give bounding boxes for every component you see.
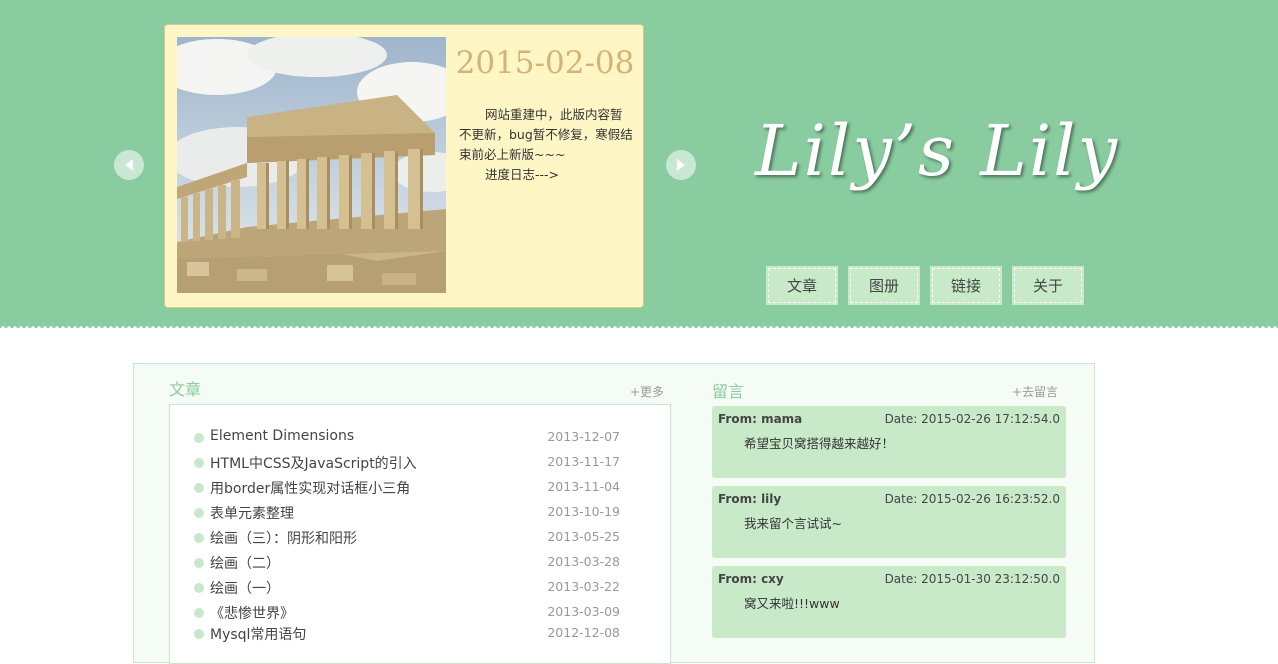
list-item[interactable]: 绘画（三）：阴形和阳形 2013-05-25 (194, 528, 620, 548)
bullet-icon (194, 629, 204, 639)
message-item: From: cxy Date: 2015-01-30 23:12:50.0 窝又… (712, 566, 1066, 638)
list-item[interactable]: 绘画（二） 2013-03-28 (194, 553, 620, 573)
article-date: 2013-12-07 (547, 429, 620, 444)
arrow-left-icon (124, 158, 134, 172)
message-body: 窝又来啦!!!www (744, 596, 840, 611)
list-item[interactable]: 表单元素整理 2013-10-19 (194, 503, 620, 523)
message-date: Date: 2015-01-30 23:12:50.0 (884, 572, 1060, 586)
list-item[interactable]: 用border属性实现对话框小三角 2013-11-04 (194, 478, 620, 498)
nav-links[interactable]: 链接 (930, 266, 1002, 305)
article-date: 2013-11-04 (547, 479, 620, 494)
nav-album[interactable]: 图册 (848, 266, 920, 305)
bullet-icon (194, 558, 204, 568)
message-from: From: mama (718, 412, 803, 426)
article-title[interactable]: 绘画（一） (210, 578, 280, 598)
article-date: 2013-03-28 (547, 554, 620, 569)
site-logo[interactable]: Lily’s Lily (755, 110, 1117, 210)
article-title[interactable]: HTML中CSS及JavaScript的引入 (210, 453, 417, 473)
article-date: 2013-03-09 (547, 604, 620, 619)
article-date: 2013-10-19 (547, 504, 620, 519)
article-date: 2013-05-25 (547, 529, 620, 544)
list-item[interactable]: Element Dimensions 2013-12-07 (194, 428, 620, 448)
article-date: 2013-11-17 (547, 454, 620, 469)
article-title[interactable]: 《悲惨世界》 (210, 603, 294, 623)
message-date: Date: 2015-02-26 17:12:54.0 (884, 412, 1060, 426)
leave-message-link[interactable]: +去留言 (1012, 383, 1058, 400)
bullet-icon (194, 608, 204, 618)
article-title[interactable]: Mysql常用语句 (210, 624, 306, 644)
slide-date: 2015-02-08 (455, 45, 635, 81)
slide-photo-parthenon (177, 37, 446, 293)
article-date: 2013-03-22 (547, 579, 620, 594)
bullet-icon (194, 508, 204, 518)
list-item[interactable]: HTML中CSS及JavaScript的引入 2013-11-17 (194, 453, 620, 473)
message-body: 希望宝贝窝搭得越来越好！ (744, 436, 895, 451)
bullet-icon (194, 483, 204, 493)
article-title[interactable]: 绘画（二） (210, 553, 280, 573)
featured-slide: 2015-02-08 网站重建中，此版内容暂不更新，bug暂不修复，寒假结束前必… (164, 24, 644, 308)
articles-heading: 文章 (169, 380, 202, 399)
list-item[interactable]: 绘画（一） 2013-03-22 (194, 578, 620, 598)
bullet-icon (194, 433, 204, 443)
slider-prev-button[interactable] (114, 150, 144, 180)
slide-notice: 网站重建中，此版内容暂不更新，bug暂不修复，寒假结束前必上新版~~~ (459, 107, 633, 162)
message-item: From: lily Date: 2015-02-26 16:23:52.0 我… (712, 486, 1066, 558)
article-title[interactable]: 绘画（三）：阴形和阳形 (210, 528, 357, 548)
nav-about[interactable]: 关于 (1012, 266, 1084, 305)
bullet-icon (194, 458, 204, 468)
arrow-right-icon (676, 158, 686, 172)
list-item[interactable]: Mysql常用语句 2012-12-08 (194, 624, 620, 644)
message-item: From: mama Date: 2015-02-26 17:12:54.0 希… (712, 406, 1066, 478)
article-title[interactable]: 表单元素整理 (210, 503, 294, 523)
article-date: 2012-12-08 (547, 625, 620, 640)
message-date: Date: 2015-02-26 16:23:52.0 (884, 492, 1060, 506)
progress-log-link[interactable]: 进度日志---> (459, 165, 633, 185)
article-title[interactable]: 用border属性实现对话框小三角 (210, 478, 410, 498)
bullet-icon (194, 583, 204, 593)
list-item[interactable]: 《悲惨世界》 2013-03-09 (194, 603, 620, 623)
message-from: From: cxy (718, 572, 784, 586)
nav-articles[interactable]: 文章 (766, 266, 838, 305)
messages-heading: 留言 (712, 382, 745, 401)
bullet-icon (194, 533, 204, 543)
slider-next-button[interactable] (666, 150, 696, 180)
slide-text: 网站重建中，此版内容暂不更新，bug暂不修复，寒假结束前必上新版~~~ 进度日志… (459, 105, 633, 185)
message-from: From: lily (718, 492, 782, 506)
articles-more-link[interactable]: +更多 (630, 383, 664, 400)
message-body: 我来留个言试试~ (744, 516, 842, 531)
article-title[interactable]: Element Dimensions (210, 428, 354, 444)
header-dotted-border (0, 326, 1278, 332)
